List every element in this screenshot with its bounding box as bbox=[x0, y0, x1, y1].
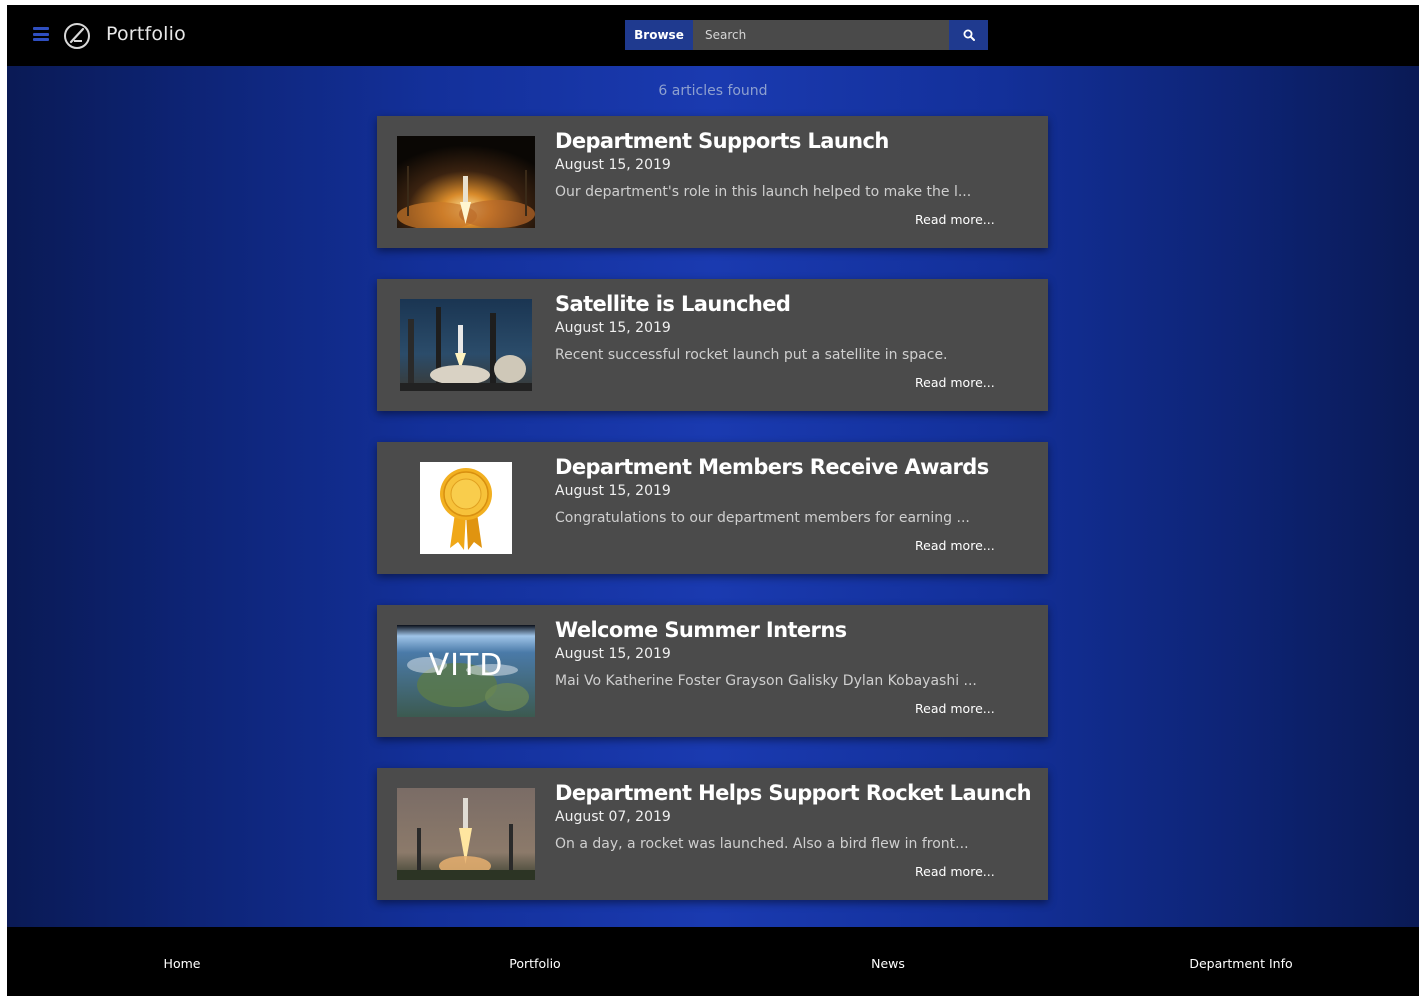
article-card[interactable]: Department Supports Launch August 15, 20… bbox=[377, 116, 1048, 248]
results-count: 6 articles found bbox=[658, 83, 768, 99]
article-card[interactable]: VITD Welcome Summer Interns August 15, 2… bbox=[377, 605, 1048, 737]
article-title[interactable]: Department Members Receive Awards bbox=[555, 455, 989, 479]
article-list-area: 6 articles found Department Supports Lau… bbox=[7, 66, 1419, 927]
article-title[interactable]: Department Supports Launch bbox=[555, 129, 889, 153]
logo-icon[interactable] bbox=[62, 21, 92, 51]
article-thumbnail[interactable] bbox=[397, 136, 535, 228]
article-date: August 15, 2019 bbox=[555, 320, 671, 336]
read-more-link[interactable]: Read more... bbox=[915, 701, 995, 716]
article-date: August 15, 2019 bbox=[555, 157, 671, 173]
top-nav-bar: Portfolio Browse bbox=[7, 5, 1419, 66]
article-excerpt: Congratulations to our department member… bbox=[555, 510, 970, 526]
read-more-link[interactable]: Read more... bbox=[915, 864, 995, 879]
footer-link-home[interactable]: Home bbox=[164, 956, 201, 971]
article-excerpt: On a day, a rocket was launched. Also a … bbox=[555, 836, 969, 852]
award-ribbon-icon bbox=[420, 462, 512, 554]
app-window: Portfolio Browse 6 articles found bbox=[7, 5, 1419, 996]
article-title[interactable]: Welcome Summer Interns bbox=[555, 618, 847, 642]
article-card[interactable]: Department Helps Support Rocket Launch A… bbox=[377, 768, 1048, 900]
article-thumbnail[interactable] bbox=[400, 299, 532, 391]
read-more-link[interactable]: Read more... bbox=[915, 212, 995, 227]
article-thumbnail[interactable]: VITD bbox=[397, 625, 535, 717]
footer-link-department-info[interactable]: Department Info bbox=[1189, 956, 1292, 971]
footer-nav: Home Portfolio News Department Info bbox=[7, 927, 1419, 996]
article-date: August 15, 2019 bbox=[555, 646, 671, 662]
search-icon bbox=[963, 29, 975, 41]
article-excerpt: Mai Vo Katherine Foster Grayson Galisky … bbox=[555, 673, 977, 689]
article-card[interactable]: Satellite is Launched August 15, 2019 Re… bbox=[377, 279, 1048, 411]
menu-icon[interactable] bbox=[33, 27, 49, 41]
brand-title[interactable]: Portfolio bbox=[106, 23, 186, 45]
article-title[interactable]: Department Helps Support Rocket Launch bbox=[555, 781, 1032, 805]
footer-link-news[interactable]: News bbox=[871, 956, 905, 971]
search-input[interactable] bbox=[693, 20, 949, 50]
article-excerpt: Recent successful rocket launch put a sa… bbox=[555, 347, 948, 363]
article-thumbnail[interactable] bbox=[397, 788, 535, 880]
footer-link-portfolio[interactable]: Portfolio bbox=[509, 956, 560, 971]
search-button[interactable] bbox=[949, 20, 988, 50]
article-excerpt: Our department's role in this launch hel… bbox=[555, 184, 972, 200]
article-title[interactable]: Satellite is Launched bbox=[555, 292, 791, 316]
article-date: August 07, 2019 bbox=[555, 809, 671, 825]
article-thumbnail[interactable] bbox=[420, 462, 512, 554]
thumbnail-logo-text: VITD bbox=[429, 648, 504, 683]
read-more-link[interactable]: Read more... bbox=[915, 375, 995, 390]
article-date: August 15, 2019 bbox=[555, 483, 671, 499]
article-card[interactable]: Department Members Receive Awards August… bbox=[377, 442, 1048, 574]
browse-button[interactable]: Browse bbox=[625, 20, 693, 50]
read-more-link[interactable]: Read more... bbox=[915, 538, 995, 553]
